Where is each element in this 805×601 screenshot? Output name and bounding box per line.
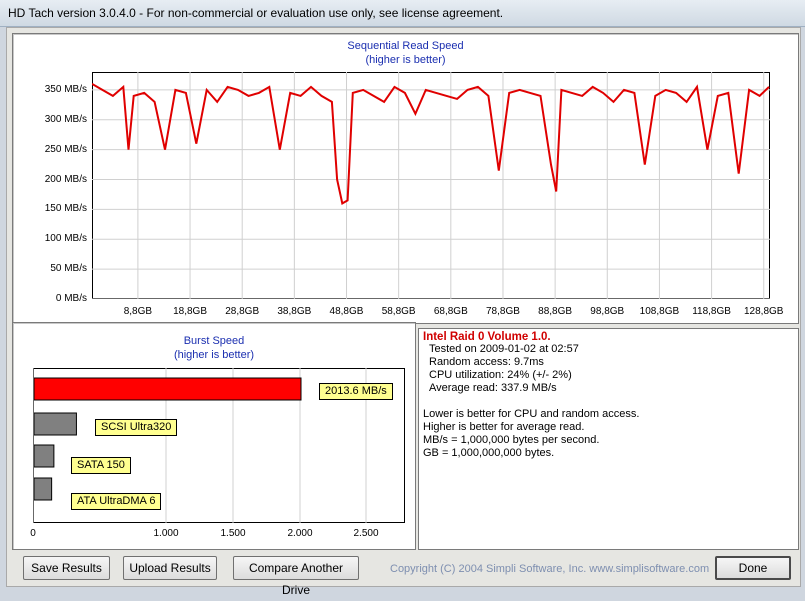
seq-ytick-label: 200 MB/s	[44, 173, 87, 185]
random-access-text: Random access: 9.7ms	[429, 356, 544, 368]
sequential-read-chart	[92, 72, 770, 299]
save-results-button[interactable]: Save Results	[23, 556, 110, 580]
seq-ytick-label: 50 MB/s	[50, 263, 87, 275]
seq-xtick-label: 118,8GB	[692, 306, 731, 317]
burst-bar	[33, 377, 302, 401]
seq-ytick-label: 150 MB/s	[44, 203, 87, 215]
note-mbps-def: MB/s = 1,000,000 bytes per second.	[423, 434, 600, 446]
burst-speed-panel: Burst Speed (higher is better) 2013.6 MB…	[12, 322, 416, 550]
burst-xtick-label: 0	[30, 528, 36, 539]
sequential-read-panel: Sequential Read Speed (higher is better)…	[12, 33, 799, 324]
seq-ytick-label: 0 MB/s	[55, 293, 87, 304]
copyright-text: Copyright (C) 2004 Simpli Software, Inc.…	[390, 563, 710, 575]
seq-xtick-label: 98,8GB	[590, 306, 625, 317]
cpu-utilization-text: CPU utilization: 24% (+/- 2%)	[429, 369, 572, 381]
drive-info-panel: Intel Raid 0 Volume 1.0. Tested on 2009-…	[418, 328, 799, 550]
seq-chart-title: Sequential Read Speed	[347, 40, 464, 52]
seq-ytick-label: 350 MB/s	[44, 83, 87, 95]
seq-xtick-label: 108,8GB	[639, 306, 680, 317]
burst-xtick-label: 1.500	[220, 528, 246, 539]
upload-results-button[interactable]: Upload Results	[123, 556, 217, 580]
done-button[interactable]: Done	[715, 556, 791, 580]
seq-xtick-label: 28,8GB	[225, 306, 260, 317]
title-bar: HD Tach version 3.0.4.0 - For non-commer…	[0, 0, 805, 27]
burst-category-label: ATA UltraDMA 6	[71, 493, 162, 510]
note-gb-def: GB = 1,000,000,000 bytes.	[423, 447, 555, 459]
seq-xtick-label: 78,8GB	[486, 306, 520, 317]
burst-xtick-label: 2.000	[287, 528, 313, 539]
burst-bar	[33, 477, 53, 501]
seq-ytick-label: 250 MB/s	[44, 143, 87, 155]
burst-bar	[33, 412, 77, 436]
burst-bar	[33, 444, 55, 468]
seq-xtick-label: 68,8GB	[433, 306, 468, 317]
seq-xtick-label: 8,8GB	[123, 306, 153, 317]
note-lower-better: Lower is better for CPU and random acces…	[423, 408, 640, 420]
note-higher-better: Higher is better for average read.	[423, 421, 585, 433]
burst-chart-subtitle: (higher is better)	[173, 349, 255, 361]
burst-xtick-label: 2.500	[353, 528, 379, 539]
seq-xtick-label: 128,8GB	[743, 306, 784, 317]
average-read-text: Average read: 337.9 MB/s	[429, 382, 557, 394]
burst-category-label: SCSI Ultra320	[95, 419, 178, 436]
burst-value-label: 2013.6 MB/s	[319, 383, 393, 400]
compare-drive-button[interactable]: Compare Another Drive	[233, 556, 359, 597]
seq-xtick-label: 18,8GB	[173, 306, 207, 317]
burst-chart-title: Burst Speed	[183, 335, 245, 347]
burst-category-label: SATA 150	[71, 457, 131, 474]
seq-ytick-label: 300 MB/s	[44, 113, 87, 125]
seq-plot-area	[92, 72, 770, 299]
seq-ytick-label: 100 MB/s	[44, 233, 87, 245]
drive-name: Intel Raid 0 Volume 1.0.	[423, 331, 551, 343]
seq-chart-subtitle: (higher is better)	[365, 54, 446, 66]
tested-on-text: Tested on 2009-01-02 at 02:57	[429, 343, 579, 355]
seq-xtick-label: 48,8GB	[329, 306, 364, 317]
seq-xtick-label: 88,8GB	[538, 306, 573, 317]
seq-xtick-label: 58,8GB	[381, 306, 416, 317]
window-title: HD Tach version 3.0.4.0 - For non-commer…	[8, 6, 504, 20]
seq-xtick-label: 38,8GB	[277, 306, 312, 317]
burst-xtick-label: 1.000	[153, 528, 179, 539]
